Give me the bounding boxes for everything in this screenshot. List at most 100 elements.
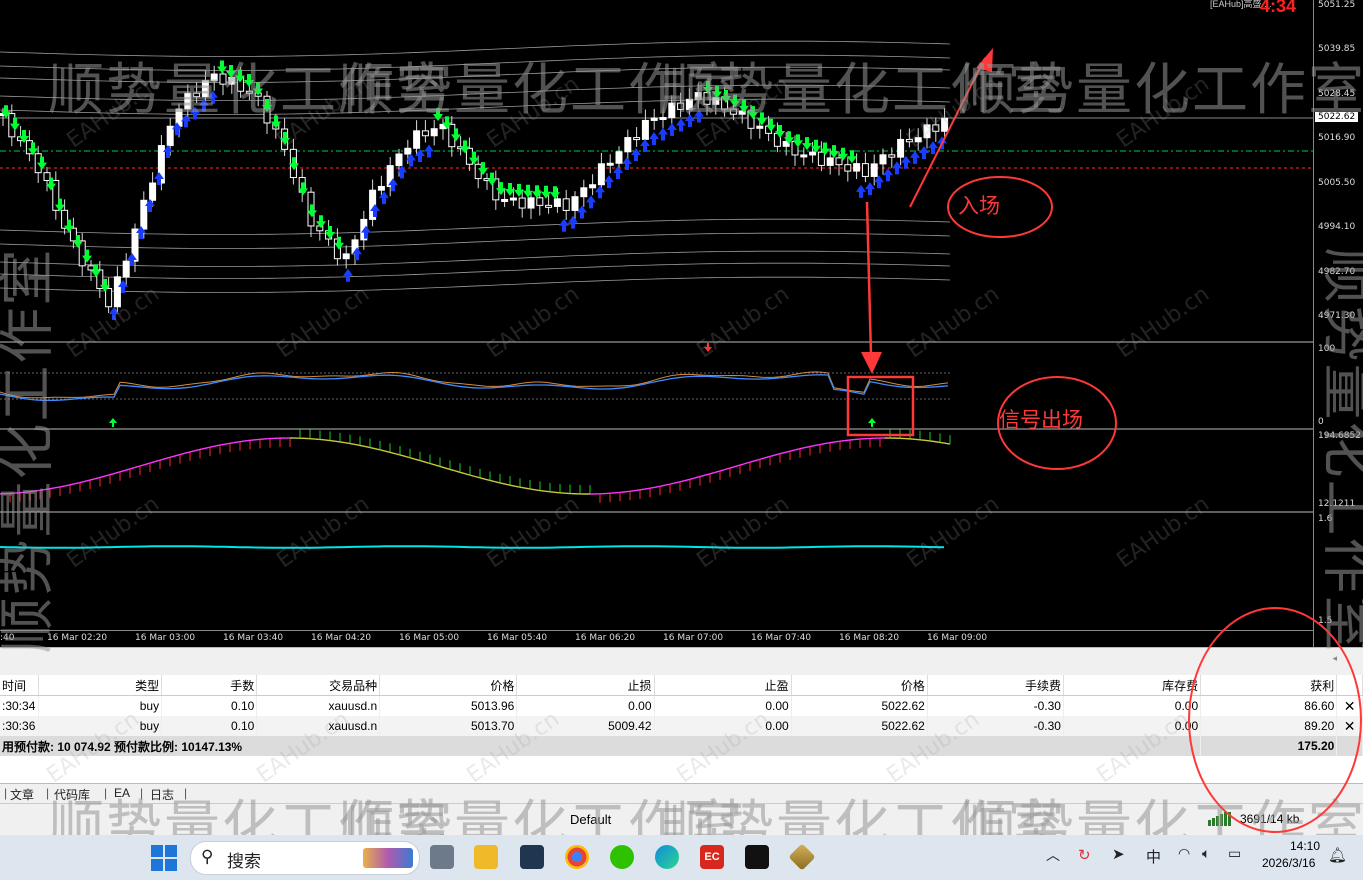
osc2-segment — [29, 490, 36, 493]
osc1-scale-max: 100 — [1318, 344, 1336, 354]
table-header-row: 时间 类型 手数 交易品种 价格 止损 止盈 价格 手续费 库存费 获利 — [0, 675, 1363, 696]
profile-name[interactable]: Default — [570, 812, 611, 827]
candle-body — [641, 119, 649, 140]
sync-icon[interactable]: ↻ — [1078, 846, 1091, 864]
candle-body — [879, 154, 887, 165]
candle-body — [888, 154, 896, 158]
col-header-sl[interactable]: 止损 — [516, 675, 655, 696]
osc2-segment — [414, 458, 421, 462]
chrome-icon[interactable] — [565, 845, 589, 869]
chart-canvas[interactable] — [0, 0, 1313, 630]
buy-arrow-icon — [658, 127, 668, 141]
col-header-open-price[interactable]: 价格 — [379, 675, 518, 696]
osc2-segment — [824, 442, 831, 445]
oscillator-3 — [0, 545, 945, 549]
edge-icon[interactable] — [655, 845, 679, 869]
panel-splitter[interactable]: ◂ — [0, 647, 1363, 676]
clock-date[interactable]: 2026/3/16 — [1262, 856, 1315, 870]
col-header-lots[interactable]: 手数 — [161, 675, 258, 696]
candle-body — [685, 98, 693, 110]
windows-start-icon[interactable] — [151, 845, 177, 876]
battery-icon[interactable]: ▭ — [1228, 845, 1241, 862]
table-row[interactable]: :30:34 buy 0.10 xauusd.n 5013.96 0.00 0.… — [0, 695, 1363, 716]
col-header-price[interactable]: 价格 — [791, 675, 928, 696]
candle-body — [219, 73, 227, 85]
osc2-segment — [704, 473, 711, 476]
trade-orders-panel[interactable]: 时间 类型 手数 交易品种 价格 止损 止盈 价格 手续费 库存费 获利 :30… — [0, 675, 1363, 783]
table-row[interactable]: :30:36 buy 0.10 xauusd.n 5013.70 5009.42… — [0, 716, 1363, 736]
windows-taskbar: ⚲ 搜索 EC ︿ ↻ ➤ 中 ◠ 🔈︎ ▭ 14:10 2026/3/16 🔔… — [0, 835, 1363, 880]
col-header-tp[interactable]: 止盈 — [654, 675, 792, 696]
ec-app-icon[interactable]: EC — [700, 845, 724, 869]
candle-body — [941, 117, 949, 132]
price-chart[interactable]: [EAHub]高盛 ... 4:34 入场 信号出场 — [0, 0, 1313, 630]
summary-row: 用预付款: 10 074.92 预付款比例: 10147.13% 175.20 — [0, 736, 1363, 756]
osc2-segment — [144, 462, 151, 466]
time-label: 16 Mar 02:20 — [47, 633, 108, 643]
candle-body — [800, 154, 808, 158]
cell-sl[interactable]: 0.00 — [516, 695, 655, 716]
osc2-segment — [484, 478, 491, 482]
col-header-time[interactable]: 时间 — [0, 675, 40, 696]
exit-pointer-arrowhead — [861, 352, 882, 374]
osc2-segment — [384, 450, 391, 454]
col-header-commission[interactable]: 手续费 — [927, 675, 1064, 696]
candle-body — [659, 117, 667, 121]
candle-body — [914, 137, 922, 143]
tab-codebase[interactable]: 代码库 — [54, 786, 90, 803]
location-icon[interactable]: ➤ — [1112, 845, 1125, 863]
wechat-icon[interactable] — [610, 845, 634, 869]
osc2-segment — [774, 453, 781, 456]
osc2-segment — [244, 439, 251, 442]
candle-body — [932, 124, 940, 132]
osc2-segment — [674, 481, 681, 484]
chevron-up-icon[interactable]: ︿ — [1046, 845, 1060, 865]
wifi-icon[interactable]: ◠ — [1178, 845, 1190, 862]
envelope-line — [0, 40, 951, 57]
tab-articles[interactable]: 文章 — [10, 786, 34, 803]
file-explorer-icon[interactable] — [474, 845, 498, 869]
price-scale[interactable]: 5051.25 5039.85 5028.45 5022.62 5016.90 … — [1313, 0, 1363, 647]
osc2-segment — [324, 439, 331, 442]
buy-arrow-icon — [874, 175, 884, 189]
col-header-type[interactable]: 类型 — [38, 675, 163, 696]
osc2-segment — [389, 451, 396, 455]
app-icon[interactable] — [520, 845, 544, 869]
music-app-icon[interactable] — [745, 845, 769, 869]
osc2-segment — [94, 476, 101, 480]
clock-time[interactable]: 14:10 — [1290, 839, 1320, 853]
candle-body — [113, 276, 121, 308]
sell-arrow-icon — [532, 185, 542, 199]
task-view-icon[interactable] — [430, 845, 454, 869]
candle-body — [571, 196, 579, 211]
osc2-segment — [234, 440, 241, 444]
osc2-segment — [679, 479, 686, 483]
notification-bell-icon[interactable]: 🔔︎ — [1328, 846, 1347, 864]
time-label: :40 — [0, 633, 15, 643]
search-highlight-icon — [363, 848, 413, 868]
entry-annotation: 入场 — [958, 194, 1000, 218]
candle-body — [729, 108, 737, 115]
col-header-symbol[interactable]: 交易品种 — [256, 675, 381, 696]
volume-icon[interactable]: 🔈︎ — [1202, 845, 1210, 862]
cell-tp[interactable]: 0.00 — [654, 695, 792, 716]
osc2-segment — [34, 489, 41, 492]
candle-body — [826, 157, 834, 166]
ime-indicator[interactable]: 中 — [1146, 846, 1161, 867]
time-axis[interactable]: :40 16 Mar 02:20 16 Mar 03:00 16 Mar 03:… — [0, 630, 1313, 648]
cell-sl[interactable]: 5009.42 — [516, 716, 655, 736]
cell-time: :30:34 — [0, 695, 40, 716]
metatrader-icon[interactable] — [788, 843, 816, 871]
taskbar-search[interactable]: ⚲ 搜索 — [190, 841, 420, 875]
osc2-segment — [229, 441, 236, 444]
osc2-segment — [809, 444, 816, 448]
tab-journal[interactable]: 日志 — [150, 786, 174, 803]
osc2-segment — [109, 472, 116, 476]
osc2-segment — [149, 460, 156, 464]
candle-body — [404, 147, 412, 155]
tab-ea[interactable]: EA — [114, 786, 130, 800]
candle-body — [905, 138, 913, 143]
osc2-segment — [494, 481, 501, 484]
osc2-segment — [739, 462, 746, 466]
cell-tp[interactable]: 0.00 — [654, 716, 792, 736]
